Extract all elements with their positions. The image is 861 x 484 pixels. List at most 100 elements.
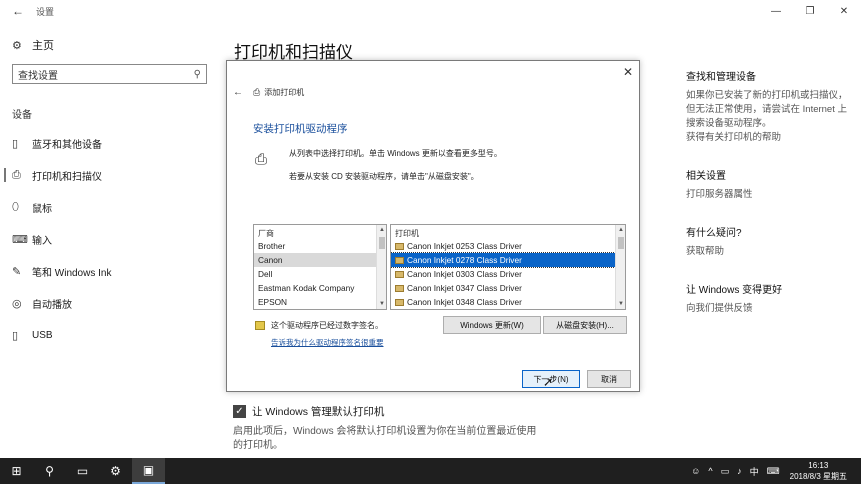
sidebar-item-label: 输入: [32, 235, 52, 247]
printer-small-icon: ⎙: [253, 87, 261, 97]
back-arrow-icon[interactable]: ←: [0, 4, 36, 18]
ime-indicator[interactable]: 中: [750, 465, 759, 478]
scroll-up-icon[interactable]: ▲: [616, 225, 625, 235]
printer-scrollbar[interactable]: ▲ ▼: [615, 225, 625, 309]
printer-driver-icon: [395, 298, 404, 306]
right-panel: 查找和管理设备 如果你已安装了新的打印机或扫描仪，但无法正常使用，请尝试在 In…: [686, 68, 856, 338]
feedback-heading: 让 Windows 变得更好: [686, 285, 783, 296]
maximize-button[interactable]: ❐: [793, 0, 827, 22]
clock[interactable]: 16:13 2018/8/3 星期五: [790, 460, 847, 482]
windows-start-icon[interactable]: ⊞: [0, 458, 33, 484]
bluetooth-devices-icon: ▯: [12, 137, 19, 150]
keyboard-icon[interactable]: ⌨: [767, 466, 780, 477]
people-icon[interactable]: ☺: [691, 466, 700, 476]
sidebar: ⚙ 主页 查找设置 ⚲ 设备 ▯ 蓝牙和其他设备 ⎙ 打印机和扫描仪 ⬯ 鼠标 …: [0, 32, 215, 351]
printer-driver-icon: [395, 256, 404, 264]
feedback-group: 让 Windows 变得更好 向我们提供反馈: [686, 281, 856, 316]
list-item[interactable]: Canon Inkjet 0303 Class Driver: [391, 267, 625, 281]
sidebar-item-label: 鼠标: [32, 203, 52, 215]
windows-update-button[interactable]: Windows 更新(W): [443, 316, 541, 334]
task-view-icon[interactable]: ▭: [66, 458, 99, 484]
dialog-close-icon[interactable]: ✕: [623, 65, 633, 79]
manufacturer-list[interactable]: 厂商 Brother Canon Dell Eastman Kodak Comp…: [253, 224, 387, 310]
window-title: 设置: [36, 6, 55, 17]
keyboard-icon: ⌨: [12, 233, 28, 246]
sidebar-item-usb[interactable]: ▯ USB: [0, 319, 215, 351]
find-devices-group: 查找和管理设备 如果你已安装了新的打印机或扫描仪，但无法正常使用，请尝试在 In…: [686, 68, 856, 145]
scroll-up-icon[interactable]: ▲: [377, 225, 386, 235]
sidebar-item-mouse[interactable]: ⬯ 鼠标: [0, 191, 215, 223]
printer-icon: ⎙: [12, 168, 21, 181]
dialog-nav: ← ⎙ 添加打印机: [233, 87, 304, 98]
get-help-link[interactable]: 获取帮助: [686, 245, 856, 259]
close-button[interactable]: ✕: [827, 0, 861, 22]
sidebar-item-label: 打印机和扫描仪: [32, 171, 102, 183]
cancel-button[interactable]: 取消: [587, 370, 631, 388]
list-item[interactable]: Canon Inkjet 0253 Class Driver: [391, 239, 625, 253]
usb-icon: ▯: [12, 329, 19, 342]
list-item-selected[interactable]: Canon: [254, 253, 386, 267]
settings-gear-icon[interactable]: ⚙: [99, 458, 132, 484]
signed-driver-text: 这个驱动程序已经过数字签名。: [271, 321, 383, 330]
gear-icon: ⚙: [12, 39, 22, 52]
sidebar-item-autoplay[interactable]: ◎ 自动播放: [0, 287, 215, 319]
chevron-up-icon[interactable]: ^: [708, 466, 712, 476]
sidebar-item-pen[interactable]: ✎ 笔和 Windows Ink: [0, 255, 215, 287]
search-placeholder: 查找设置: [18, 70, 58, 82]
scroll-thumb[interactable]: [379, 237, 385, 249]
network-icon[interactable]: ▭: [721, 466, 730, 477]
scroll-thumb[interactable]: [618, 237, 624, 249]
signed-driver-notice: 这个驱动程序已经过数字签名。: [255, 320, 383, 331]
printer-driver-label: Canon Inkjet 0278 Class Driver: [407, 255, 522, 265]
list-item[interactable]: Canon Inkjet 0348 Class Driver: [391, 295, 625, 309]
sidebar-item-bluetooth[interactable]: ▯ 蓝牙和其他设备: [0, 127, 215, 159]
printer-driver-label: Canon Inkjet 0348 Class Driver: [407, 297, 522, 307]
list-item[interactable]: Dell: [254, 267, 386, 281]
feedback-link[interactable]: 向我们提供反馈: [686, 302, 856, 316]
search-icon: ⚲: [193, 68, 201, 80]
scroll-down-icon[interactable]: ▼: [616, 299, 625, 309]
printer-driver-icon: [395, 242, 404, 250]
print-server-link[interactable]: 打印服务器属性: [686, 188, 856, 202]
clock-date: 2018/8/3 星期五: [789, 472, 847, 481]
autoplay-icon: ◎: [12, 297, 22, 310]
driver-signing-link[interactable]: 告诉我为什么驱动程序签名很重要: [271, 337, 384, 348]
manufacturer-header: 厂商: [258, 229, 274, 238]
list-item[interactable]: Eastman Kodak Company: [254, 281, 386, 295]
sidebar-item-label: 笔和 Windows Ink: [32, 267, 112, 279]
have-disk-button[interactable]: 从磁盘安装(H)...: [543, 316, 627, 334]
question-group: 有什么疑问? 获取帮助: [686, 224, 856, 259]
printer-driver-icon: [395, 284, 404, 292]
printer-driver-label: Canon Inkjet 0253 Class Driver: [407, 241, 522, 251]
dialog-instruction-1: 从列表中选择打印机。单击 Windows 更新以查看更多型号。: [289, 149, 502, 158]
search-icon[interactable]: ⚲: [33, 458, 66, 484]
list-item[interactable]: Brother: [254, 239, 386, 253]
pen-icon: ✎: [12, 265, 22, 278]
printer-list[interactable]: 打印机 Canon Inkjet 0253 Class Driver Canon…: [390, 224, 626, 310]
search-input[interactable]: 查找设置 ⚲: [12, 64, 207, 84]
default-printer-checkbox-row[interactable]: ✓ 让 Windows 管理默认打印机: [233, 404, 384, 419]
mouse-cursor-icon: ➚: [543, 375, 554, 389]
dialog-nav-title: 添加打印机: [264, 88, 305, 97]
printer-large-icon: ⎙: [255, 151, 268, 168]
list-item[interactable]: Canon Inkjet 0347 Class Driver: [391, 281, 625, 295]
scroll-down-icon[interactable]: ▼: [377, 299, 386, 309]
list-item-selected[interactable]: Canon Inkjet 0278 Class Driver: [391, 252, 625, 268]
sidebar-item-label: 自动播放: [32, 299, 72, 311]
manufacturer-scrollbar[interactable]: ▲ ▼: [376, 225, 386, 309]
dialog-back-icon[interactable]: ←: [233, 87, 243, 98]
dialog-heading: 安装打印机驱动程序: [253, 123, 348, 135]
default-printer-desc: 启用此项后，Windows 会将默认打印机设置为你在当前位置最近使用的打印机。: [233, 426, 537, 451]
checkbox-checked-icon[interactable]: ✓: [233, 405, 246, 418]
control-panel-icon[interactable]: ▣: [132, 458, 165, 484]
related-settings-heading: 相关设置: [686, 171, 726, 182]
printer-help-link[interactable]: 获得有关打印机的帮助: [686, 131, 856, 145]
taskbar: ⊞ ⚲ ▭ ⚙ ▣ ☺ ^ ▭ ♪ 中 ⌨ 16:13 2018/8/3 星期五: [0, 458, 861, 484]
sidebar-home[interactable]: ⚙ 主页: [0, 32, 215, 58]
minimize-button[interactable]: —: [759, 0, 793, 22]
volume-icon[interactable]: ♪: [737, 466, 742, 476]
sidebar-item-input[interactable]: ⌨ 输入: [0, 223, 215, 255]
sidebar-item-printers[interactable]: ⎙ 打印机和扫描仪: [0, 159, 215, 191]
add-printer-dialog: ✕ ← ⎙ 添加打印机 安装打印机驱动程序 ⎙ 从列表中选择打印机。单击 Win…: [226, 60, 640, 392]
list-item[interactable]: EPSON: [254, 295, 386, 309]
